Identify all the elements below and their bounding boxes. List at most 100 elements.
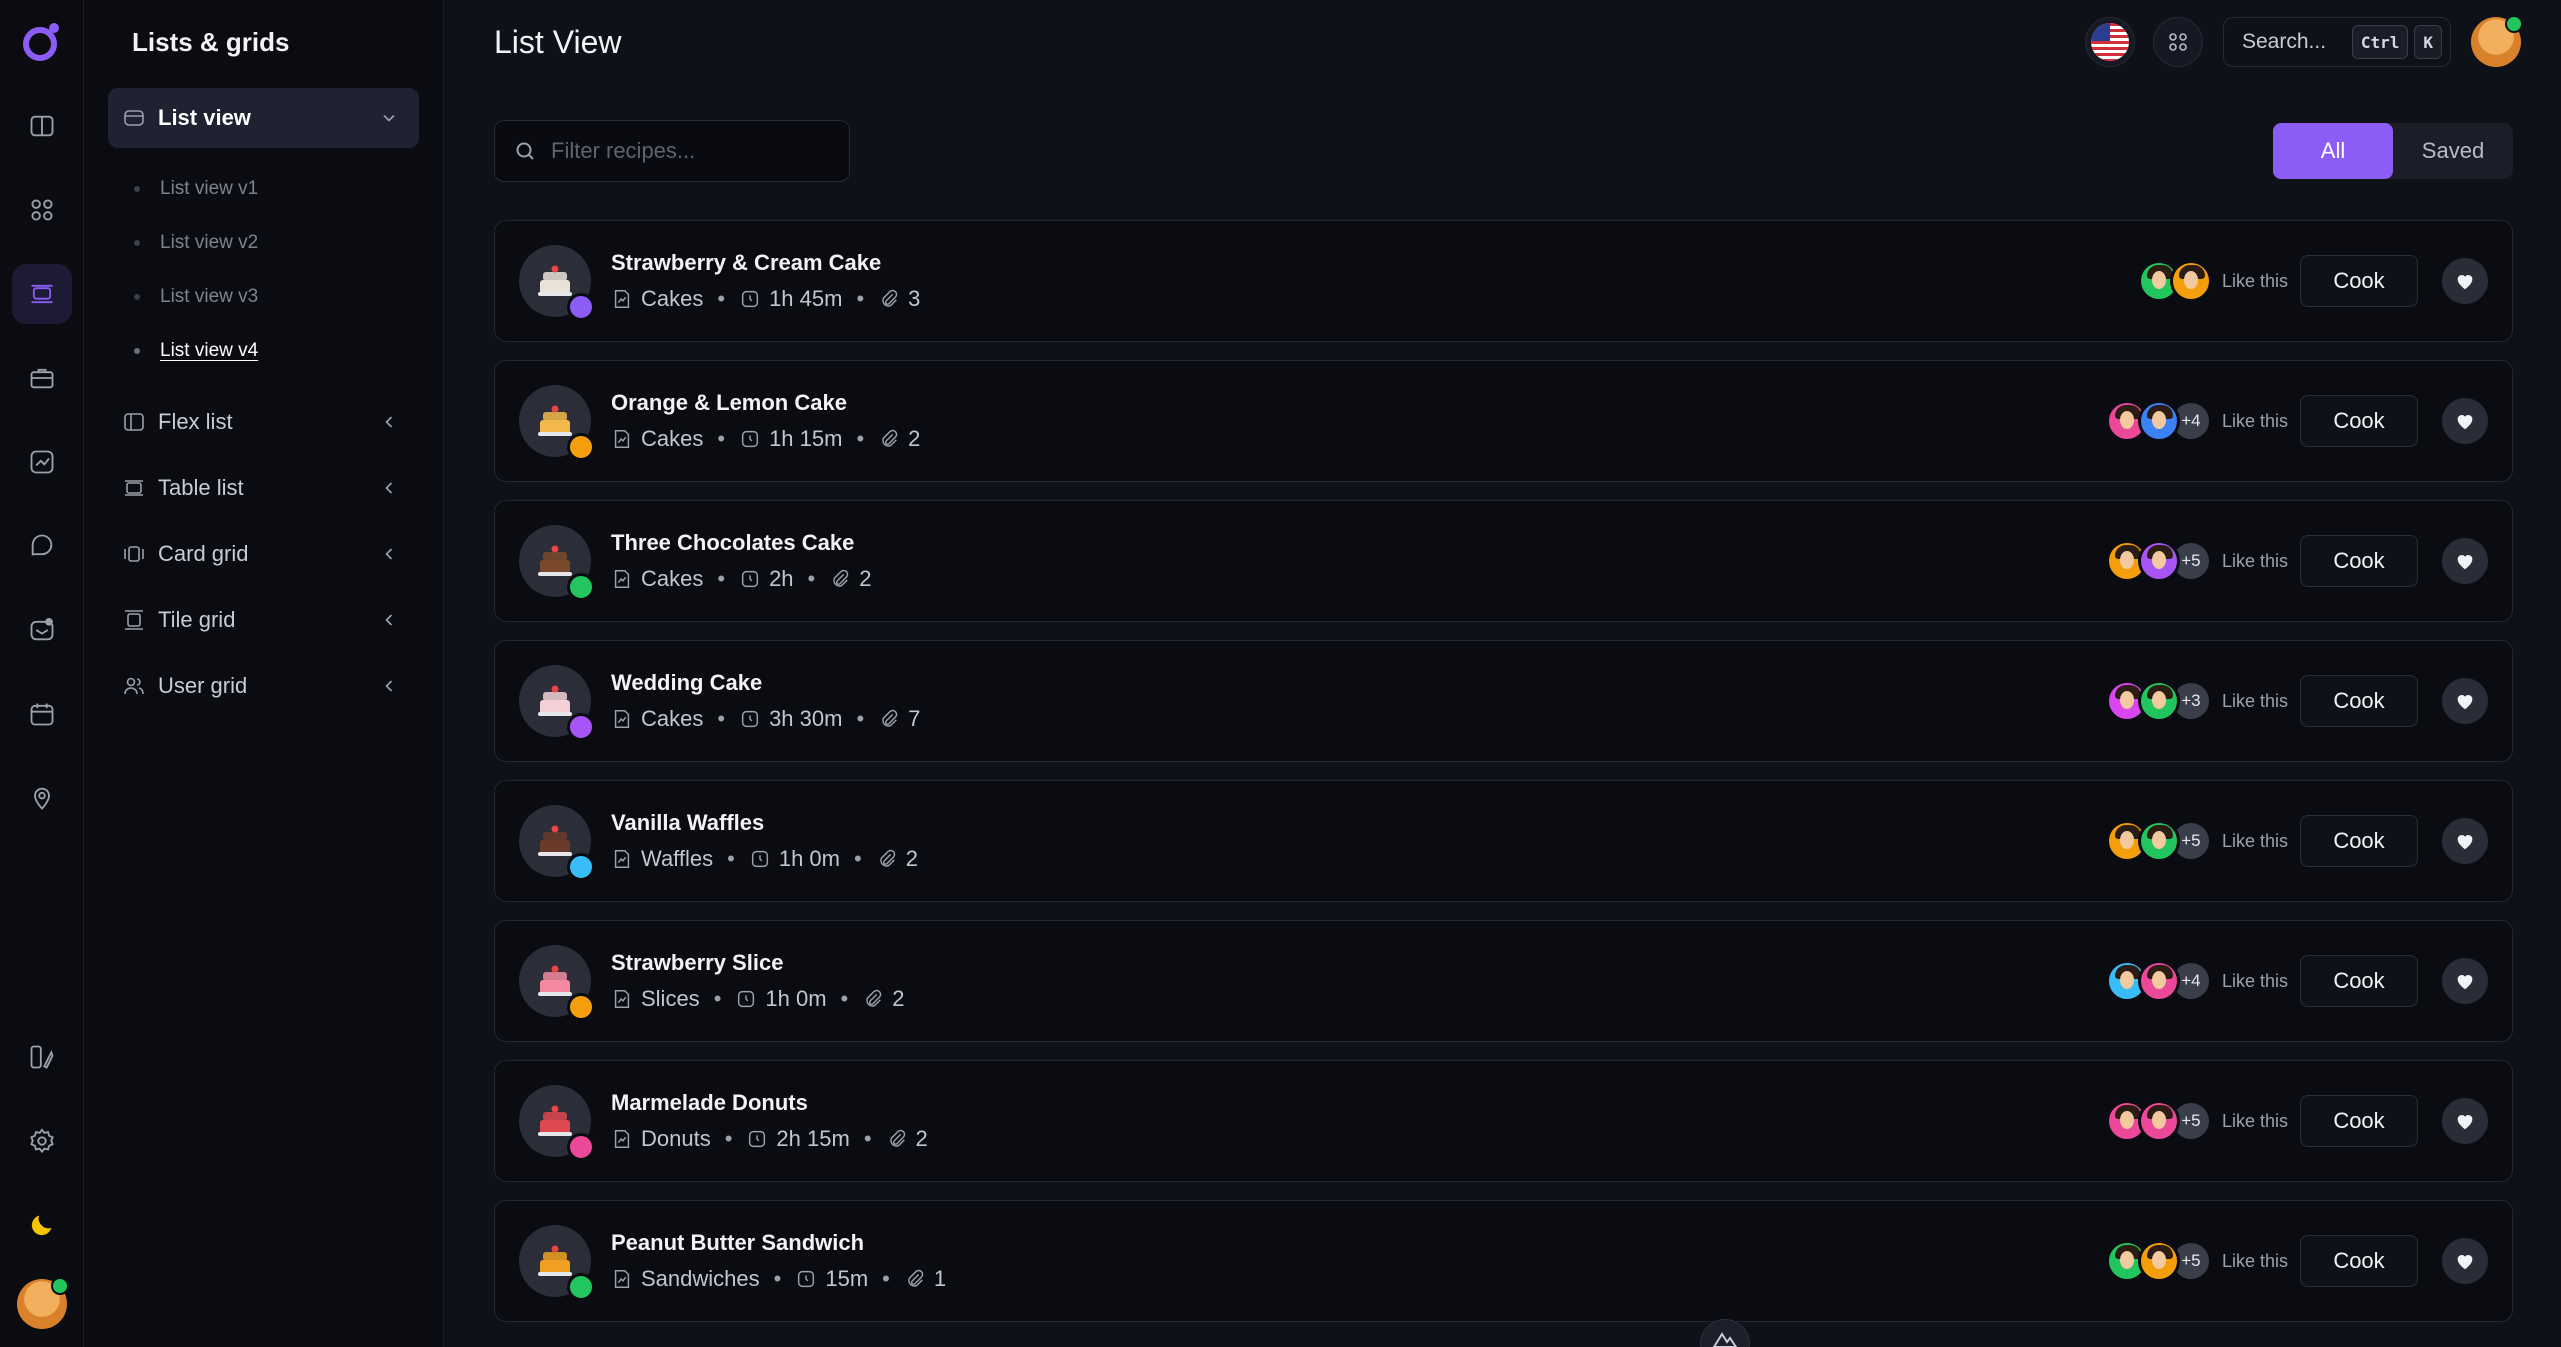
page-title: List View [494, 23, 622, 60]
paperclip-icon [879, 849, 895, 867]
cook-button[interactable]: Cook [2300, 1095, 2418, 1147]
recipe-card[interactable]: Marmelade Donuts Donuts • 2h 15m • 2 +5 … [494, 1060, 2513, 1182]
menu-group-label: List view [158, 105, 251, 130]
meta-separator: • [840, 986, 849, 1011]
filter-recipes-input[interactable] [551, 138, 831, 164]
recipe-card[interactable]: Strawberry & Cream Cake Cakes • 1h 45m •… [494, 220, 2513, 342]
submenu-item-list-view-v1[interactable]: List view v1 [134, 162, 419, 216]
apps-grid-button[interactable] [2153, 17, 2203, 67]
recipe-time: 3h 30m [769, 706, 843, 731]
cook-button[interactable]: Cook [2300, 675, 2418, 727]
favorite-button[interactable] [2442, 678, 2488, 724]
menu-group-label: Table list [158, 475, 244, 500]
likers-stack[interactable]: +5 [2105, 1100, 2212, 1142]
likers-stack[interactable]: +4 [2105, 960, 2212, 1002]
recipe-files-count: 2 [892, 986, 905, 1011]
recipe-thumbnail [519, 1225, 595, 1301]
tab-all[interactable]: All [2273, 123, 2393, 179]
header-user-avatar[interactable] [2471, 15, 2523, 67]
chevron-left-icon [385, 482, 393, 494]
menu-group-card-grid[interactable]: Card grid [108, 524, 419, 584]
heart-icon [2457, 1255, 2473, 1270]
map-pin-icon[interactable] [12, 768, 72, 828]
recipe-thumbnail [519, 945, 595, 1021]
lists-icon[interactable] [11, 264, 72, 324]
submenu-item-list-view-v4[interactable]: List view v4 [134, 324, 419, 378]
recipe-card[interactable]: Vanilla Waffles Waffles • 1h 0m • 2 +5 L… [494, 780, 2513, 902]
meta-separator: • [854, 846, 862, 871]
likers-stack[interactable]: +5 [2105, 1240, 2212, 1282]
cook-button[interactable]: Cook [2300, 255, 2418, 307]
submenu-item-list-view-v2[interactable]: List view v2 [134, 216, 419, 270]
dark-mode-moon-icon[interactable] [12, 1195, 72, 1255]
favorite-button[interactable] [2442, 538, 2488, 584]
recipe-card[interactable]: Orange & Lemon Cake Cakes • 1h 15m • 2 +… [494, 360, 2513, 482]
language-switcher[interactable] [2085, 17, 2135, 67]
menu-group-flex-list[interactable]: Flex list [108, 392, 419, 452]
author-badge [567, 993, 595, 1021]
liker-avatar [2169, 260, 2212, 302]
author-badge [567, 1273, 595, 1301]
likers-stack[interactable] [2137, 260, 2212, 302]
cook-button[interactable]: Cook [2300, 955, 2418, 1007]
inbox-icon[interactable] [12, 600, 72, 660]
liker-avatar [2137, 680, 2180, 722]
favorite-button[interactable] [2442, 958, 2488, 1004]
cook-button[interactable]: Cook [2300, 395, 2418, 447]
cook-button[interactable]: Cook [2300, 1235, 2418, 1287]
global-search[interactable]: Search... Ctrl K [2223, 17, 2451, 67]
recipe-time: 2h [769, 566, 794, 591]
filter-box[interactable] [494, 120, 850, 182]
meta-separator: • [724, 1126, 733, 1151]
calendar-icon[interactable] [12, 684, 72, 744]
heart-icon [2457, 275, 2473, 290]
cook-button[interactable]: Cook [2300, 815, 2418, 867]
recipe-card[interactable]: Three Chocolates Cake Cakes • 2h • 2 +5 … [494, 500, 2513, 622]
clock-icon [798, 1270, 815, 1288]
category-icon [614, 570, 630, 588]
likers-stack[interactable]: +5 [2105, 820, 2212, 862]
table-list-icon [125, 480, 143, 496]
recipe-card[interactable]: Peanut Butter Sandwich Sandwiches • 15m … [494, 1200, 2513, 1322]
list-toolbar: All Saved [444, 84, 2561, 182]
settings-gear-icon[interactable] [12, 1111, 72, 1171]
like-this-label: Like this [2221, 830, 2288, 851]
menu-group-list-view[interactable]: List view [108, 88, 419, 148]
likers-stack[interactable]: +4 [2105, 400, 2212, 442]
recipe-time: 1h 0m [765, 986, 827, 1011]
menu-group-table-list[interactable]: Table list [108, 458, 419, 518]
main-content: List View Search... Ctrl K Filter recipe… [444, 0, 2561, 1347]
recipe-category: Cakes [641, 286, 704, 311]
submenu-item-list-view-v3[interactable]: List view v3 [134, 270, 419, 324]
clock-icon [741, 710, 759, 728]
submenu-title: Lists & grids [132, 27, 290, 57]
likers-stack[interactable]: +5 [2105, 540, 2212, 582]
dashboard-grid-icon[interactable] [12, 180, 72, 240]
menu-group-tile-grid[interactable]: Tile grid [108, 590, 419, 650]
tab-saved[interactable]: Saved [2393, 123, 2513, 179]
favorite-button[interactable] [2442, 1098, 2488, 1144]
menu-group-user-grid[interactable]: User grid [108, 656, 419, 716]
meta-separator: • [856, 706, 865, 731]
chat-icon[interactable] [12, 516, 72, 576]
analytics-icon[interactable] [12, 432, 72, 492]
search-icon [516, 142, 534, 160]
recipe-card[interactable]: Strawberry Slice Slices • 1h 0m • 2 +4 L… [494, 920, 2513, 1042]
favorite-button[interactable] [2442, 258, 2488, 304]
favorite-button[interactable] [2442, 818, 2488, 864]
recipe-files-count: 2 [905, 846, 918, 871]
app-logo-icon[interactable] [18, 18, 66, 66]
user-avatar[interactable] [16, 1277, 69, 1329]
clock-icon [751, 850, 768, 868]
heart-icon [2457, 975, 2473, 990]
layout-customize-icon[interactable] [12, 1027, 72, 1087]
briefcase-icon[interactable] [12, 348, 72, 408]
favorite-button[interactable] [2442, 1238, 2488, 1284]
favorite-button[interactable] [2442, 398, 2488, 444]
likers-stack[interactable]: +3 [2105, 680, 2212, 722]
recipe-card[interactable]: Wedding Cake Cakes • 3h 30m • 7 +3 Like … [494, 640, 2513, 762]
sidebar-toggle-icon[interactable] [12, 96, 72, 156]
devtools-toggle[interactable] [1700, 1319, 1750, 1347]
recipe-category: Donuts [641, 1126, 711, 1151]
cook-button[interactable]: Cook [2300, 535, 2418, 587]
